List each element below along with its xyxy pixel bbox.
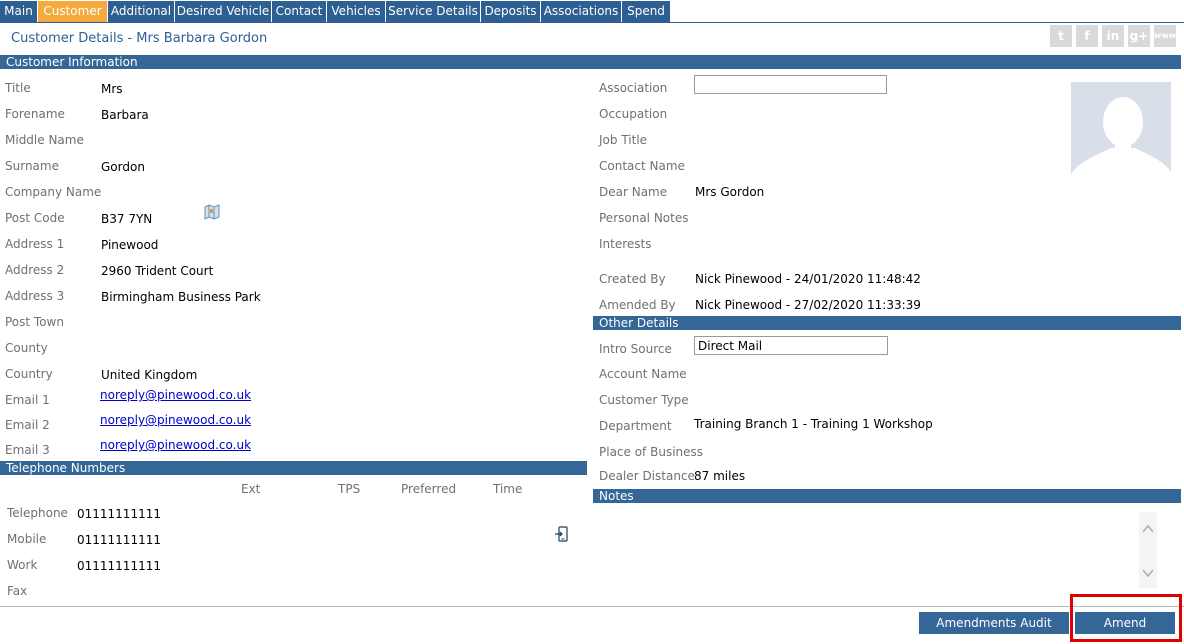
- email2-link[interactable]: noreply@pinewood.co.uk: [100, 413, 251, 427]
- facebook-icon[interactable]: f: [1076, 25, 1098, 47]
- amended-by-label: Amended By: [599, 298, 676, 312]
- dealer-distance-value: 87 miles: [694, 469, 746, 483]
- dealer-distance-label: Dealer Distance: [599, 469, 695, 483]
- section-other-details: Other Details: [593, 316, 1181, 330]
- email1-label: Email 1: [5, 393, 50, 407]
- bottom-divider: [0, 606, 1184, 607]
- linkedin-icon[interactable]: in: [1102, 25, 1124, 47]
- title-label: Title: [5, 81, 31, 95]
- job-title-label: Job Title: [599, 133, 648, 147]
- created-by-value: Nick Pinewood - 24/01/2020 11:48:42: [695, 272, 921, 286]
- amendments-audit-button[interactable]: Amendments Audit: [919, 612, 1069, 634]
- address2-value: 2960 Trident Court: [101, 264, 214, 278]
- email2-label: Email 2: [5, 418, 50, 432]
- country-value: United Kingdom: [101, 368, 198, 382]
- forename-label: Forename: [5, 107, 65, 121]
- company-name-label: Company Name: [5, 185, 102, 199]
- tab-vehicles[interactable]: Vehicles: [327, 1, 385, 22]
- mobile-send-icon[interactable]: [554, 526, 570, 542]
- work-label: Work: [7, 558, 38, 572]
- address2-label: Address 2: [5, 263, 65, 277]
- column-preferred: Preferred: [401, 482, 457, 496]
- personal-notes-label: Personal Notes: [599, 211, 689, 225]
- contact-name-label: Contact Name: [599, 159, 685, 173]
- post-town-label: Post Town: [5, 315, 64, 329]
- post-code-value: B37 7YN: [101, 212, 153, 226]
- dear-name-label: Dear Name: [599, 185, 668, 199]
- amended-by-value: Nick Pinewood - 27/02/2020 11:33:39: [695, 298, 921, 312]
- address3-label: Address 3: [5, 289, 65, 303]
- email1-link[interactable]: noreply@pinewood.co.uk: [100, 388, 251, 402]
- address3-value: Birmingham Business Park: [101, 290, 261, 304]
- section-notes: Notes: [593, 489, 1181, 503]
- map-icon[interactable]: [204, 204, 220, 220]
- tab-deposits[interactable]: Deposits: [481, 1, 540, 22]
- scroll-down-icon[interactable]: [1142, 568, 1154, 578]
- intro-source-input[interactable]: [694, 336, 888, 355]
- section-telephone-numbers: Telephone Numbers: [0, 461, 587, 475]
- tab-associations[interactable]: Associations: [541, 1, 621, 22]
- tab-customer[interactable]: Customer: [38, 1, 107, 22]
- column-ext: Ext: [241, 482, 261, 496]
- work-number: 01111111111: [77, 559, 161, 573]
- google-plus-icon[interactable]: g+: [1128, 25, 1150, 47]
- created-by-label: Created By: [599, 272, 666, 286]
- tab-desired-vehicle[interactable]: Desired Vehicle: [175, 1, 271, 22]
- occupation-label: Occupation: [599, 107, 668, 121]
- tab-main[interactable]: Main: [0, 1, 37, 22]
- mobile-number: 01111111111: [77, 533, 161, 547]
- amend-highlight: [1070, 594, 1182, 642]
- post-code-label: Post Code: [5, 211, 65, 225]
- department-label: Department: [599, 419, 672, 433]
- www-icon[interactable]: www: [1154, 25, 1176, 47]
- tab-contact[interactable]: Contact: [272, 1, 326, 22]
- tab-service-details[interactable]: Service Details: [386, 1, 480, 22]
- tab-additional[interactable]: Additional: [108, 1, 174, 22]
- address1-value: Pinewood: [101, 238, 159, 252]
- customer-type-label: Customer Type: [599, 393, 689, 407]
- tab-spend[interactable]: Spend: [622, 1, 670, 22]
- mobile-label: Mobile: [7, 532, 47, 546]
- title-value: Mrs: [101, 82, 123, 96]
- dear-name-value: Mrs Gordon: [695, 185, 765, 199]
- place-of-business-label: Place of Business: [599, 445, 704, 459]
- account-name-label: Account Name: [599, 367, 687, 381]
- column-time: Time: [493, 482, 523, 496]
- email3-link[interactable]: noreply@pinewood.co.uk: [100, 438, 251, 452]
- avatar: [1071, 82, 1171, 182]
- email3-label: Email 3: [5, 443, 50, 457]
- association-input[interactable]: [694, 75, 887, 94]
- tab-bar: Main Customer Additional Desired Vehicle…: [0, 0, 1184, 23]
- scroll-up-icon[interactable]: [1142, 524, 1154, 534]
- column-tps: TPS: [338, 482, 361, 496]
- association-label: Association: [599, 81, 668, 95]
- county-label: County: [5, 341, 48, 355]
- telephone-number: 01111111111: [77, 507, 161, 521]
- address1-label: Address 1: [5, 237, 65, 251]
- department-value: Training Branch 1 - Training 1 Workshop: [694, 417, 933, 431]
- telephone-label: Telephone: [7, 506, 68, 520]
- section-customer-information: Customer Information: [0, 55, 1181, 69]
- forename-value: Barbara: [101, 108, 149, 122]
- intro-source-label: Intro Source: [599, 342, 672, 356]
- page-title: Customer Details - Mrs Barbara Gordon: [11, 31, 268, 46]
- surname-label: Surname: [5, 159, 59, 173]
- fax-label: Fax: [7, 584, 28, 598]
- middle-name-label: Middle Name: [5, 133, 84, 147]
- surname-value: Gordon: [101, 160, 145, 174]
- country-label: Country: [5, 367, 53, 381]
- twitter-icon[interactable]: t: [1050, 25, 1072, 47]
- interests-label: Interests: [599, 237, 652, 251]
